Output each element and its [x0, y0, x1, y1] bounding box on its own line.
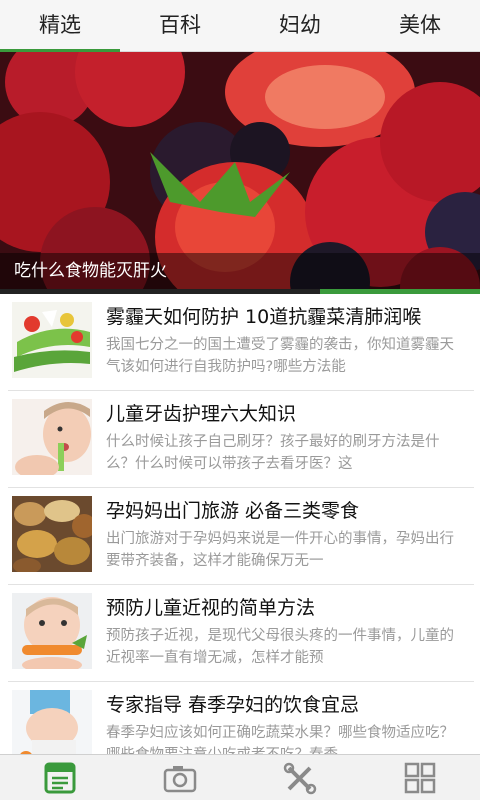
bottom-nav-bar [0, 754, 480, 800]
article-list: 雾霾天如何防护 10道抗霾菜清肺润喉 我国七分之一的国土遭受了雾霾的袭击，你知道… [0, 294, 480, 754]
nav-news[interactable] [0, 755, 120, 800]
nav-tools[interactable] [240, 755, 360, 800]
article-summary: 什么时候让孩子自己刷牙？孩子最好的刷牙方法是什么？什么时候可以带孩子去看牙医？这 [106, 434, 440, 472]
article-title: 专家指导 春季孕妇的饮食宜忌 [106, 694, 360, 716]
featured-banner[interactable]: 吃什么食物能灭肝火 [0, 52, 480, 294]
article-thumbnail [12, 399, 92, 475]
article-summary: 预防孩子近视，是现代父母很头疼的一件事情，儿童的近视率一直有增无减，怎样才能预 [106, 628, 454, 666]
article-item[interactable]: 专家指导 春季孕妇的饮食宜忌 春季孕妇应该如何正确吃蔬菜水果？哪些食物适应吃？哪… [8, 682, 474, 754]
tab-featured[interactable]: 精选 [0, 0, 120, 52]
article-title: 儿童牙齿护理六大知识 [106, 403, 297, 425]
article-thumbnail [12, 496, 92, 572]
tools-icon [283, 762, 317, 794]
nav-camera[interactable] [120, 755, 240, 800]
article-thumbnail [12, 302, 92, 378]
camera-icon [163, 765, 197, 792]
tab-mother-baby[interactable]: 妇幼 [240, 0, 360, 51]
article-thumbnail [12, 593, 92, 669]
top-tab-bar: 精选 百科 妇幼 美体 [0, 0, 480, 52]
nav-more[interactable] [360, 755, 480, 800]
tab-encyclopedia[interactable]: 百科 [120, 0, 240, 51]
article-title: 雾霾天如何防护 10道抗霾菜清肺润喉 [106, 306, 422, 328]
article-item[interactable]: 儿童牙齿护理六大知识 什么时候让孩子自己刷牙？孩子最好的刷牙方法是什么？什么时候… [8, 391, 474, 488]
article-summary: 春季孕妇应该如何正确吃蔬菜水果？哪些食物适应吃？哪些食物要注意少吃或者不吃？春季 [106, 725, 454, 754]
article-item[interactable]: 预防儿童近视的简单方法 预防孩子近视，是现代父母很头疼的一件事情，儿童的近视率一… [8, 585, 474, 682]
article-title: 预防儿童近视的简单方法 [106, 597, 316, 619]
article-summary: 我国七分之一的国土遭受了雾霾的袭击，你知道雾霾天气该如何进行自我防护吗?哪些方法… [106, 337, 454, 375]
article-summary: 出门旅游对于孕妈妈来说是一件开心的事情，孕妈出行要带齐装备，这样才能确保万无一 [106, 531, 454, 569]
grid-icon [404, 762, 436, 793]
tab-body[interactable]: 美体 [360, 0, 480, 51]
article-item[interactable]: 雾霾天如何防护 10道抗霾菜清肺润喉 我国七分之一的国土遭受了雾霾的袭击，你知道… [8, 294, 474, 391]
banner-caption: 吃什么食物能灭肝火 [0, 253, 480, 289]
article-title: 孕妈妈出门旅游 必备三类零食 [106, 500, 360, 522]
article-item[interactable]: 孕妈妈出门旅游 必备三类零食 出门旅游对于孕妈妈来说是一件开心的事情，孕妈出行要… [8, 488, 474, 585]
news-icon [44, 762, 76, 793]
article-thumbnail [12, 690, 92, 754]
